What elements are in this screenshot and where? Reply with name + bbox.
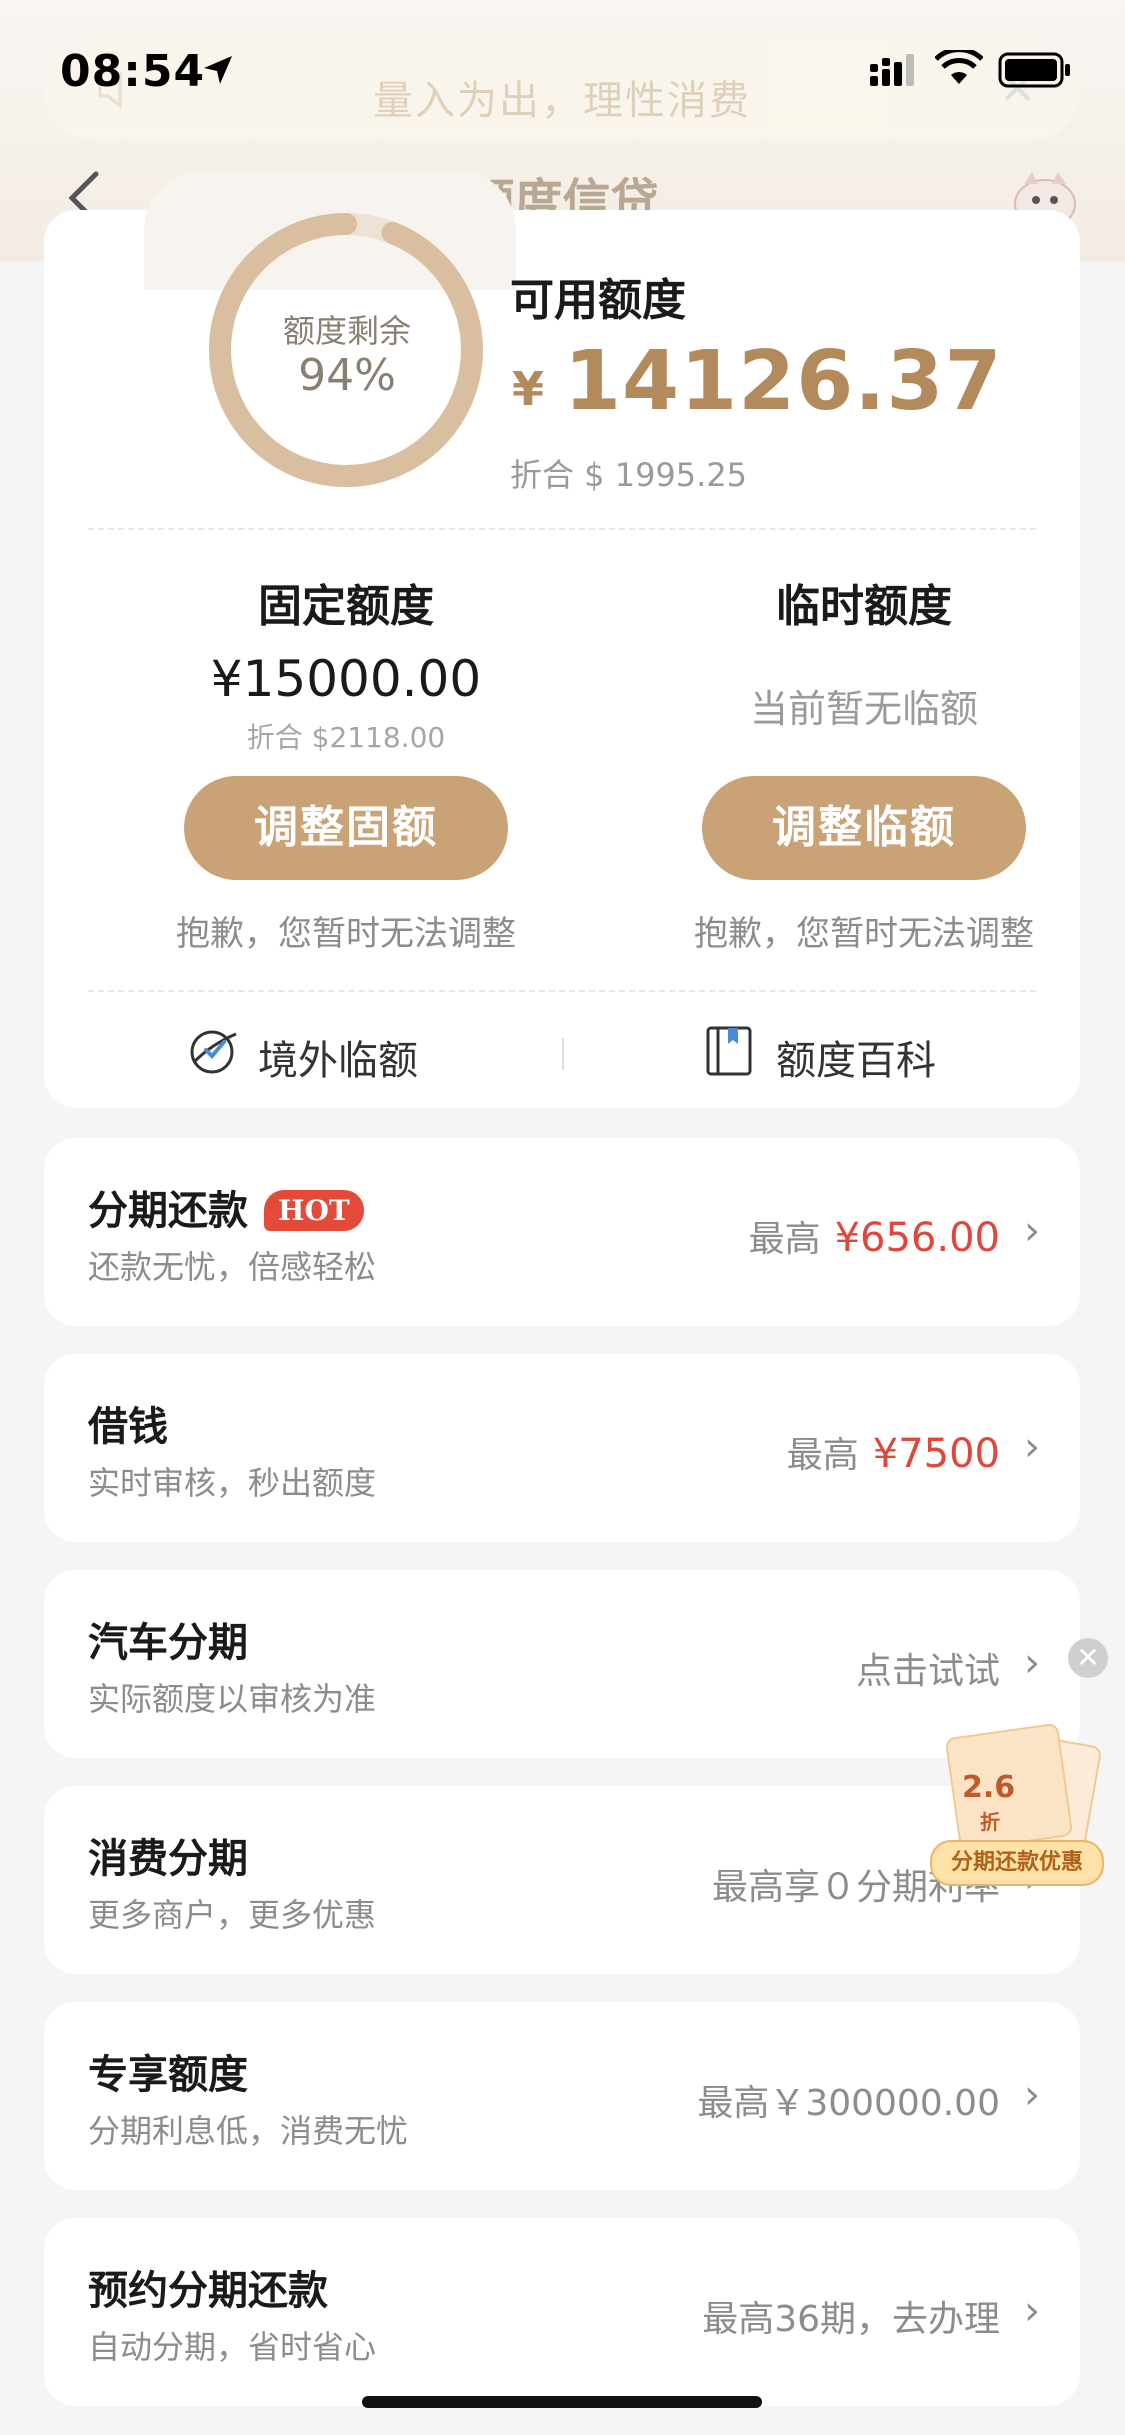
available-currency: ¥	[512, 362, 545, 416]
promo-label[interactable]: 分期还款优惠	[930, 1840, 1104, 1886]
row-value: 最高36期，去办理	[702, 2299, 1000, 2340]
temp-limit-section: 临时额度	[644, 570, 1084, 634]
wifi-icon	[935, 50, 983, 84]
adjust-temp-button[interactable]: 调整临额	[702, 776, 1026, 880]
cellular-signal-icon	[870, 54, 914, 86]
chevron-right-icon: ›	[1024, 1208, 1040, 1254]
chevron-right-icon: ›	[1024, 1640, 1040, 1686]
status-time: 08:54	[60, 46, 206, 97]
chevron-right-icon: ›	[1024, 2288, 1040, 2334]
divider-dashed	[88, 528, 1036, 530]
row-title: 预约分期还款	[88, 2268, 328, 2314]
status-bar: 08:54	[0, 0, 1125, 140]
row-value: 最高 ¥656.00	[748, 1215, 1000, 1261]
adjust-fixed-button[interactable]: 调整固额	[184, 776, 508, 880]
row-value: 点击试试	[855, 1651, 1000, 1692]
row-title: 消费分期	[88, 1836, 248, 1882]
divider-vertical	[562, 1038, 564, 1070]
row-title: 分期还款 HOT	[88, 1178, 364, 1236]
location-arrow-icon	[204, 56, 232, 84]
temp-note: 抱歉，您暂时无法调整	[694, 914, 1034, 954]
temp-status: 当前暂无临额	[749, 687, 978, 731]
overseas-limit-link[interactable]: 境外临额	[190, 1028, 418, 1086]
globe-check-icon	[190, 1030, 237, 1074]
fixed-note: 抱歉，您暂时无法调整	[176, 914, 516, 954]
temp-title: 临时额度	[776, 581, 952, 632]
fixed-title: 固定额度	[258, 581, 434, 632]
promo-close-icon[interactable]: ✕	[1068, 1638, 1108, 1678]
available-title: 可用额度	[510, 275, 686, 326]
credit-summary-card: 额度剩余 94% 可用额度 ¥ 14126.37 折合 $ 1995.25 固定…	[44, 170, 1080, 1108]
fixed-converted: 折合 $2118.00	[246, 721, 446, 754]
ring-label: 额度剩余	[282, 312, 411, 350]
encyclopedia-label: 额度百科	[776, 1038, 936, 1084]
available-amount: 14126.37	[564, 334, 1003, 429]
divider-dashed-2	[88, 990, 1036, 992]
chevron-right-icon: ›	[1024, 1424, 1040, 1470]
overseas-label: 境外临额	[258, 1038, 418, 1084]
list-item-car-installment[interactable]: 汽车分期 实际额度以审核为准 点击试试 ›	[44, 1570, 1080, 1758]
chevron-right-icon: ›	[1024, 2072, 1040, 2118]
row-title: 汽车分期	[88, 1620, 248, 1666]
promo-unit: 折	[980, 1810, 1000, 1834]
row-subtitle: 还款无忧，倍感轻松	[88, 1248, 377, 1286]
book-icon	[706, 1026, 752, 1076]
list-item-installment-repay[interactable]: 分期还款 HOT 还款无忧，倍感轻松 最高 ¥656.00 ›	[44, 1138, 1080, 1326]
row-title: 专享额度	[88, 2052, 248, 2098]
list-item-borrow[interactable]: 借钱 实时审核，秒出额度 最高 ¥7500 ›	[44, 1354, 1080, 1542]
promo-discount: 2.6	[962, 1770, 1016, 1805]
list-item-consumer-installment[interactable]: 消费分期 更多商户，更多优惠 最高享０分期利率 ›	[44, 1786, 1080, 1974]
row-subtitle: 分期利息低，消费无忧	[88, 2112, 409, 2150]
row-title: 借钱	[88, 1404, 168, 1450]
row-subtitle: 自动分期，省时省心	[88, 2328, 377, 2366]
home-indicator	[362, 2396, 762, 2408]
available-converted: 折合 $ 1995.25	[510, 456, 748, 494]
limit-encyclopedia-link[interactable]: 额度百科	[706, 1026, 936, 1086]
row-value: 最高￥300000.00	[697, 2083, 1000, 2124]
battery-icon	[998, 52, 1070, 88]
list-item-exclusive-limit[interactable]: 专享额度 分期利息低，消费无忧 最高￥300000.00 ›	[44, 2002, 1080, 2190]
list-item-scheduled-installment[interactable]: 预约分期还款 自动分期，省时省心 最高36期，去办理 ›	[44, 2218, 1080, 2406]
fixed-amount: ¥15000.00	[210, 650, 482, 708]
hot-badge: HOT	[264, 1190, 364, 1231]
row-subtitle: 更多商户，更多优惠	[88, 1896, 377, 1934]
row-subtitle: 实时审核，秒出额度	[88, 1464, 377, 1502]
ring-percent: 94%	[298, 350, 396, 401]
row-value: 最高 ¥7500	[786, 1431, 1000, 1477]
row-subtitle: 实际额度以审核为准	[88, 1680, 377, 1718]
